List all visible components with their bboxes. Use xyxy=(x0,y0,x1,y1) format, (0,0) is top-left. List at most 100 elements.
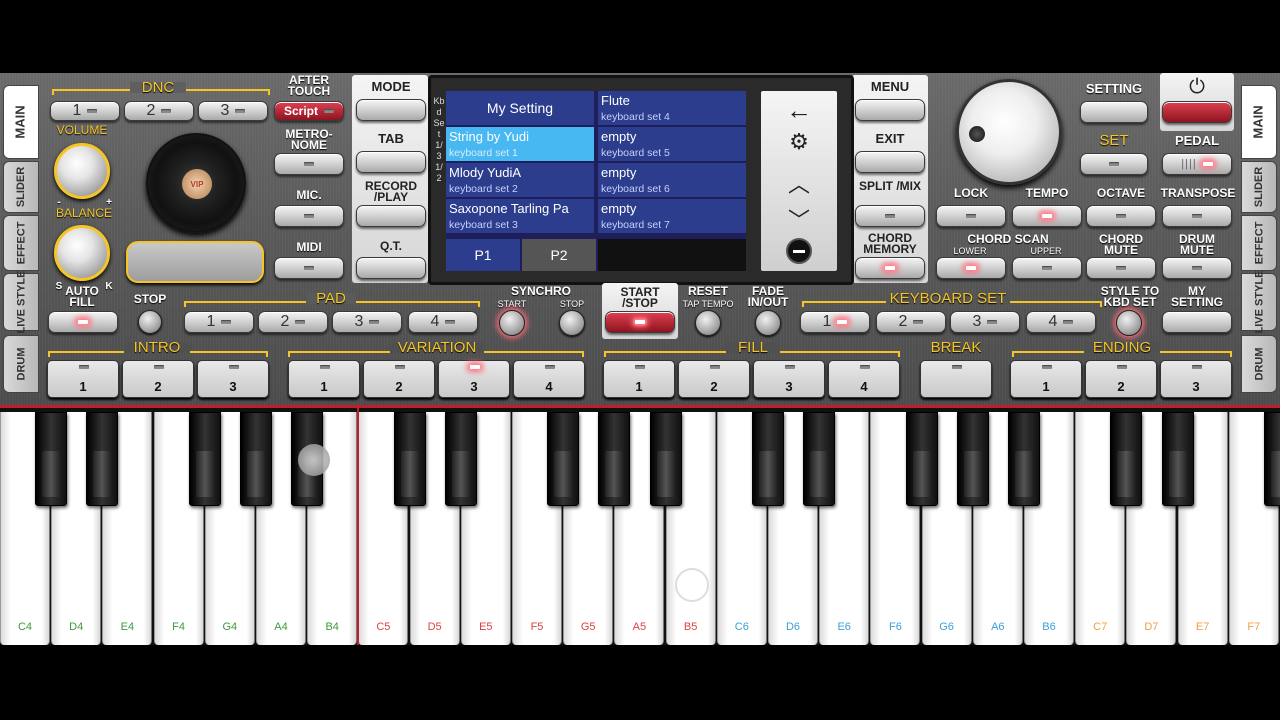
black-key[interactable] xyxy=(905,412,938,506)
slot-kbd-set-6[interactable]: empty keyboard set 6 xyxy=(598,163,746,197)
variation-button-1[interactable]: 1 xyxy=(288,360,360,398)
minus-icon[interactable] xyxy=(786,238,812,264)
keyboard-set-button-3[interactable]: 3 xyxy=(950,311,1020,333)
tab-button[interactable] xyxy=(356,151,426,173)
chord-memory-button[interactable] xyxy=(855,257,925,279)
power-button[interactable] xyxy=(1162,101,1232,123)
split-mix-button[interactable] xyxy=(855,205,925,227)
slot-kbd-set-5[interactable]: empty keyboard set 5 xyxy=(598,127,746,161)
setting-button[interactable] xyxy=(1080,101,1148,123)
left-tab-effect[interactable]: EFFECT xyxy=(3,215,39,271)
pad-button-3[interactable]: 3 xyxy=(332,311,402,333)
left-tab-main[interactable]: MAIN xyxy=(3,85,39,159)
right-tab-slider[interactable]: SLIDER xyxy=(1241,161,1277,213)
black-key[interactable] xyxy=(1161,412,1194,506)
ending-button-3[interactable]: 3 xyxy=(1160,360,1232,398)
black-key[interactable] xyxy=(649,412,682,506)
variation-button-4[interactable]: 4 xyxy=(513,360,585,398)
dnc-button-2[interactable]: 2 xyxy=(124,101,194,121)
slot-kbd-set-3[interactable]: Saxopone Tarling Pa keyboard set 3 xyxy=(446,199,594,233)
variation-button-2[interactable]: 2 xyxy=(363,360,435,398)
volume-knob[interactable] xyxy=(54,143,110,199)
black-key[interactable] xyxy=(752,412,784,506)
keyboard-set-button-2[interactable]: 2 xyxy=(876,311,946,333)
ending-button-1[interactable]: 1 xyxy=(1010,360,1082,398)
chord-scan-upper-button[interactable] xyxy=(1012,257,1082,279)
auto-fill-button[interactable] xyxy=(48,311,118,333)
reset-knob[interactable] xyxy=(695,310,721,336)
ending-button-2[interactable]: 2 xyxy=(1085,360,1157,398)
qt-button[interactable] xyxy=(356,257,426,279)
drum-mute-button[interactable] xyxy=(1162,257,1232,279)
pedal-button[interactable]: |||| xyxy=(1162,153,1232,175)
synchro-stop-knob[interactable] xyxy=(559,310,585,336)
intro-button-3[interactable]: 3 xyxy=(197,360,269,398)
black-key[interactable] xyxy=(1008,412,1040,506)
break-button[interactable] xyxy=(920,360,992,398)
data-dial[interactable] xyxy=(956,79,1062,185)
left-tab-slider[interactable]: SLIDER xyxy=(3,161,39,213)
pad-button-2[interactable]: 2 xyxy=(258,311,328,333)
fill-button-4[interactable]: 4 xyxy=(828,360,900,398)
record-play-button[interactable] xyxy=(356,205,426,227)
black-key[interactable] xyxy=(188,412,221,506)
vip-disc[interactable]: VIP xyxy=(146,133,246,233)
slot-my-setting[interactable]: My Setting xyxy=(446,91,594,125)
black-key[interactable] xyxy=(803,412,836,506)
intro-button-1[interactable]: 1 xyxy=(47,360,119,398)
tempo-button[interactable] xyxy=(1012,205,1082,227)
black-key[interactable] xyxy=(956,412,989,506)
black-key[interactable] xyxy=(444,412,477,506)
page-tab-p2[interactable]: P2 xyxy=(522,239,596,271)
start-stop-button[interactable] xyxy=(605,311,675,333)
black-key[interactable] xyxy=(598,412,631,506)
my-setting-button[interactable] xyxy=(1162,311,1232,333)
exit-button[interactable] xyxy=(855,151,925,173)
fill-button-2[interactable]: 2 xyxy=(678,360,750,398)
black-key[interactable] xyxy=(240,412,272,506)
left-tab-live-style[interactable]: LIVE STYLE xyxy=(3,271,39,333)
mic-button[interactable] xyxy=(274,205,344,227)
right-tab-drum[interactable]: DRUM xyxy=(1241,335,1277,393)
balance-knob[interactable] xyxy=(54,225,110,281)
chord-mute-button[interactable] xyxy=(1086,257,1156,279)
stop-knob[interactable] xyxy=(138,310,162,334)
intro-button-2[interactable]: 2 xyxy=(122,360,194,398)
keyboard-set-button-1[interactable]: 1 xyxy=(800,311,870,333)
right-tab-effect[interactable]: EFFECT xyxy=(1241,215,1277,271)
power-icon[interactable]: ⏻ xyxy=(1186,76,1208,98)
pad-button-4[interactable]: 4 xyxy=(408,311,478,333)
midi-button[interactable] xyxy=(274,257,344,279)
page-tab-p1[interactable]: P1 xyxy=(446,239,520,271)
fill-button-3[interactable]: 3 xyxy=(753,360,825,398)
black-key[interactable] xyxy=(1110,412,1143,506)
menu-button[interactable] xyxy=(855,99,925,121)
transpose-button[interactable] xyxy=(1162,205,1232,227)
dnc-button-1[interactable]: 1 xyxy=(50,101,120,121)
pad-button-1[interactable]: 1 xyxy=(184,311,254,333)
right-tab-main[interactable]: MAIN xyxy=(1241,85,1277,159)
right-tab-live-style[interactable]: LIVE STYLE xyxy=(1241,271,1277,333)
black-key[interactable] xyxy=(547,412,580,506)
keyboard-set-button-4[interactable]: 4 xyxy=(1026,311,1096,333)
set-button[interactable] xyxy=(1080,153,1148,175)
style-to-kbd-knob[interactable] xyxy=(1116,310,1142,336)
metronome-button[interactable] xyxy=(274,153,344,175)
synchro-start-knob[interactable] xyxy=(499,310,525,336)
black-key[interactable] xyxy=(393,412,426,506)
octave-button[interactable] xyxy=(1086,205,1156,227)
fade-knob[interactable] xyxy=(755,310,781,336)
lock-button[interactable] xyxy=(936,205,1006,227)
script-button[interactable]: Script xyxy=(274,101,344,121)
slot-kbd-set-4[interactable]: Flute keyboard set 4 xyxy=(598,91,746,125)
chevron-down-icon[interactable]: ﹀ xyxy=(761,203,837,235)
black-key[interactable] xyxy=(86,412,119,506)
black-key[interactable] xyxy=(1264,412,1280,506)
slot-kbd-set-7[interactable]: empty keyboard set 7 xyxy=(598,199,746,233)
back-arrow-icon[interactable]: ← xyxy=(761,95,837,126)
black-key[interactable] xyxy=(35,412,68,506)
chevron-up-icon[interactable]: ︿ xyxy=(761,167,837,199)
mode-button[interactable] xyxy=(356,99,426,121)
chord-scan-lower-button[interactable] xyxy=(936,257,1006,279)
gear-icon[interactable]: ⚙ xyxy=(761,129,837,155)
